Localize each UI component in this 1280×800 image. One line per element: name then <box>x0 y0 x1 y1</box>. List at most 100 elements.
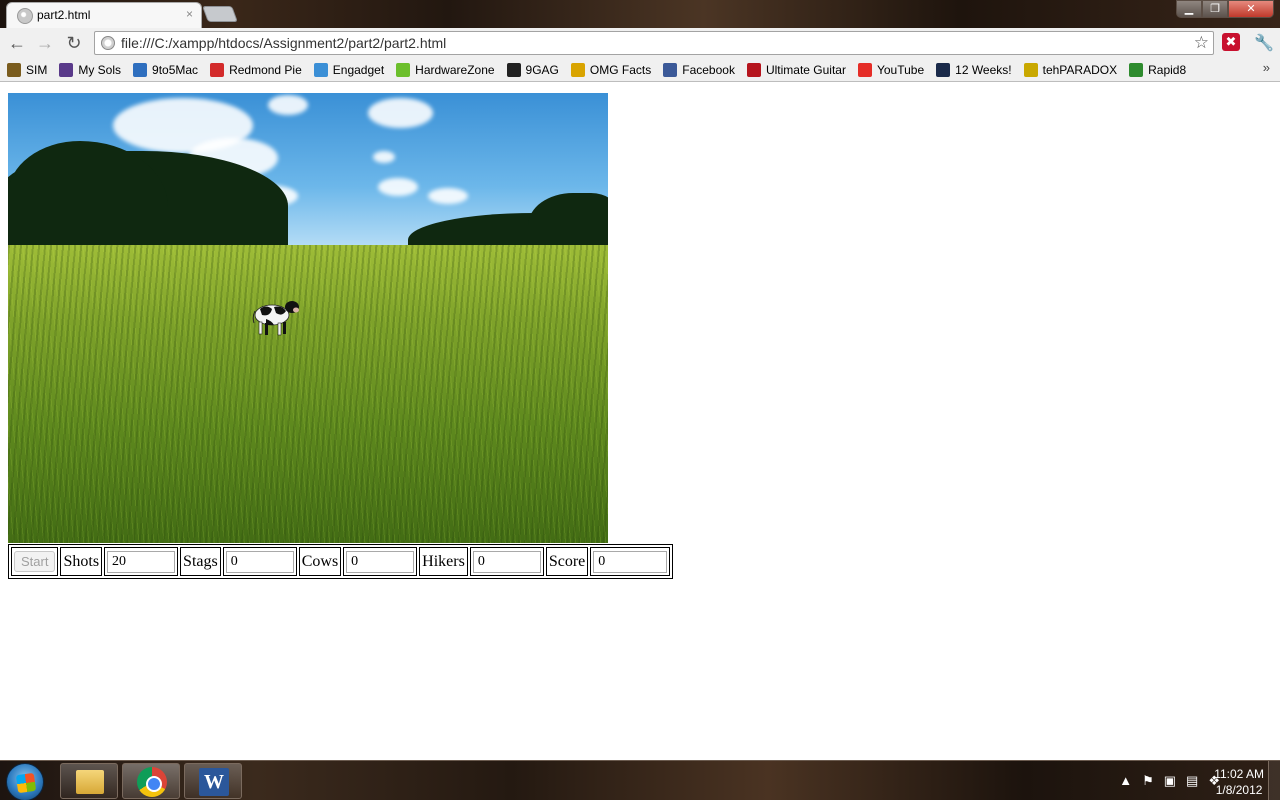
show-desktop-button[interactable] <box>1268 761 1280 800</box>
bookmark-favicon-icon <box>1023 62 1038 77</box>
window-controls: ▁ ❐ ✕ <box>1176 0 1274 18</box>
stags-cell <box>222 547 297 576</box>
device-icon[interactable]: ▣ <box>1164 773 1176 789</box>
bookmark-label: 12 Weeks! <box>955 62 1012 77</box>
forward-button[interactable]: → <box>34 32 56 54</box>
tab-title: part2.html <box>37 8 91 22</box>
bookmark-favicon-icon <box>857 62 872 77</box>
action-center-flag-icon[interactable]: ⚑ <box>1142 773 1154 789</box>
new-tab-button[interactable] <box>202 6 238 22</box>
page-content: Start Shots Stags Cows Hikers Score <box>0 83 1280 760</box>
word-icon: W <box>199 768 229 796</box>
address-bar[interactable]: file:///C:/xampp/htdocs/Assignment2/part… <box>94 31 1214 55</box>
bookmark-label: 9to5Mac <box>152 62 199 77</box>
grass-field <box>8 245 608 543</box>
score-field[interactable] <box>593 550 668 573</box>
bookmark-favicon-icon <box>210 62 225 77</box>
close-window-button[interactable]: ✕ <box>1228 0 1274 18</box>
cows-label: Cows <box>298 547 342 576</box>
score-label: Score <box>545 547 589 576</box>
show-hidden-icons-icon[interactable]: ▲ <box>1119 773 1132 789</box>
bookmark-favicon-icon <box>396 62 411 77</box>
cloud <box>373 151 395 163</box>
minimize-button[interactable]: ▁ <box>1176 0 1202 18</box>
stags-field[interactable] <box>225 550 294 573</box>
windows-taskbar: W ▲ ⚑ ▣ ▤ ❖ 11:02 AM 1/8/2012 <box>0 760 1280 800</box>
bookmark-rapid8[interactable]: Rapid8 <box>1129 62 1187 77</box>
cow-target[interactable] <box>250 295 302 337</box>
bookmark-9gag[interactable]: 9GAG <box>506 62 559 77</box>
bookmark-label: Ultimate Guitar <box>765 62 846 77</box>
browser-titlebar: part2.html × ▁ ❐ ✕ <box>0 0 1280 28</box>
bookmark-label: OMG Facts <box>589 62 652 77</box>
game-controls: Start Shots Stags Cows Hikers Score <box>8 544 674 579</box>
stags-label: Stags <box>180 547 221 576</box>
address-url[interactable]: file:///C:/xampp/htdocs/Assignment2/part… <box>121 35 446 51</box>
cloud <box>428 188 468 204</box>
extension-icon[interactable]: ✖ <box>1222 33 1240 51</box>
hikers-cell <box>469 547 544 576</box>
taskbar-word-button[interactable]: W <box>184 763 242 799</box>
maximize-button[interactable]: ❐ <box>1202 0 1228 18</box>
bookmark-favicon-icon <box>746 62 761 77</box>
bookmark-star-icon[interactable]: ☆ <box>1194 33 1209 53</box>
shots-cell <box>104 547 179 576</box>
bookmark-favicon-icon <box>663 62 678 77</box>
back-button[interactable]: ← <box>6 32 28 54</box>
bookmark-label: tehPARADOX <box>1042 62 1118 77</box>
shots-field[interactable] <box>107 550 176 573</box>
bookmark-ultimate-guitar[interactable]: Ultimate Guitar <box>746 62 846 77</box>
bookmark-12-weeks[interactable]: 12 Weeks! <box>936 62 1012 77</box>
cows-field[interactable] <box>346 550 415 573</box>
wrench-menu-icon[interactable]: 🔧 <box>1254 33 1274 53</box>
bookmark-hardwarezone[interactable]: HardwareZone <box>396 62 495 77</box>
bookmark-favicon-icon <box>313 62 328 77</box>
folder-icon <box>76 770 104 794</box>
bookmark-label: Facebook <box>682 62 735 77</box>
cows-cell <box>343 547 418 576</box>
start-button[interactable]: Start <box>14 551 56 572</box>
tab-close-icon[interactable]: × <box>186 7 193 21</box>
bookmark-redmond-pie[interactable]: Redmond Pie <box>210 62 302 77</box>
system-tray: ▲ ⚑ ▣ ▤ ❖ <box>1119 773 1220 789</box>
bookmark-label: My Sols <box>78 62 122 77</box>
bookmark-my-sols[interactable]: My Sols <box>59 62 122 77</box>
bookmark-9to5mac[interactable]: 9to5Mac <box>133 62 199 77</box>
bookmark-label: SIM <box>26 62 48 77</box>
bookmark-label: Engadget <box>332 62 385 77</box>
clock-date: 1/8/2012 <box>1215 783 1263 797</box>
hikers-field[interactable] <box>472 550 541 573</box>
bookmark-omg-facts[interactable]: OMG Facts <box>570 62 652 77</box>
windows-logo-icon <box>15 772 37 794</box>
bookmark-label: 9GAG <box>525 62 559 77</box>
page-info-icon[interactable] <box>101 36 115 50</box>
cloud <box>378 178 418 196</box>
taskbar-chrome-button[interactable] <box>122 763 180 799</box>
bookmark-engadget[interactable]: Engadget <box>313 62 385 77</box>
chrome-icon <box>137 767 167 797</box>
bookmarks-bar: SIM My Sols 9to5Mac Redmond Pie Engadget Hard… <box>0 58 1280 82</box>
bookmark-favicon-icon <box>506 62 521 77</box>
tab-part2[interactable]: part2.html × <box>6 2 202 28</box>
network-icon[interactable]: ▤ <box>1186 773 1198 789</box>
taskbar-clock[interactable]: 11:02 AM 1/8/2012 <box>1214 766 1264 798</box>
bookmark-label: Rapid8 <box>1148 62 1187 77</box>
bookmark-favicon-icon <box>7 62 21 77</box>
bookmark-label: Redmond Pie <box>229 62 302 77</box>
reload-button[interactable]: ↻ <box>63 32 85 54</box>
score-cell <box>590 547 671 576</box>
bookmarks-overflow-icon[interactable]: » <box>1263 60 1270 75</box>
taskbar-explorer-button[interactable] <box>60 763 118 799</box>
bookmark-favicon-icon <box>59 62 74 77</box>
cloud <box>368 98 433 128</box>
start-orb-button[interactable] <box>6 763 44 800</box>
bookmark-sim[interactable]: SIM <box>7 62 48 77</box>
bookmark-facebook[interactable]: Facebook <box>663 62 735 77</box>
bookmark-favicon-icon <box>1129 62 1144 77</box>
game-scene[interactable] <box>8 93 608 543</box>
hikers-label: Hikers <box>419 547 468 576</box>
bookmark-youtube[interactable]: YouTube <box>857 62 924 77</box>
start-cell: Start <box>11 547 59 576</box>
page-favicon-icon <box>17 8 33 24</box>
bookmark-tehparadox[interactable]: tehPARADOX <box>1023 62 1118 77</box>
